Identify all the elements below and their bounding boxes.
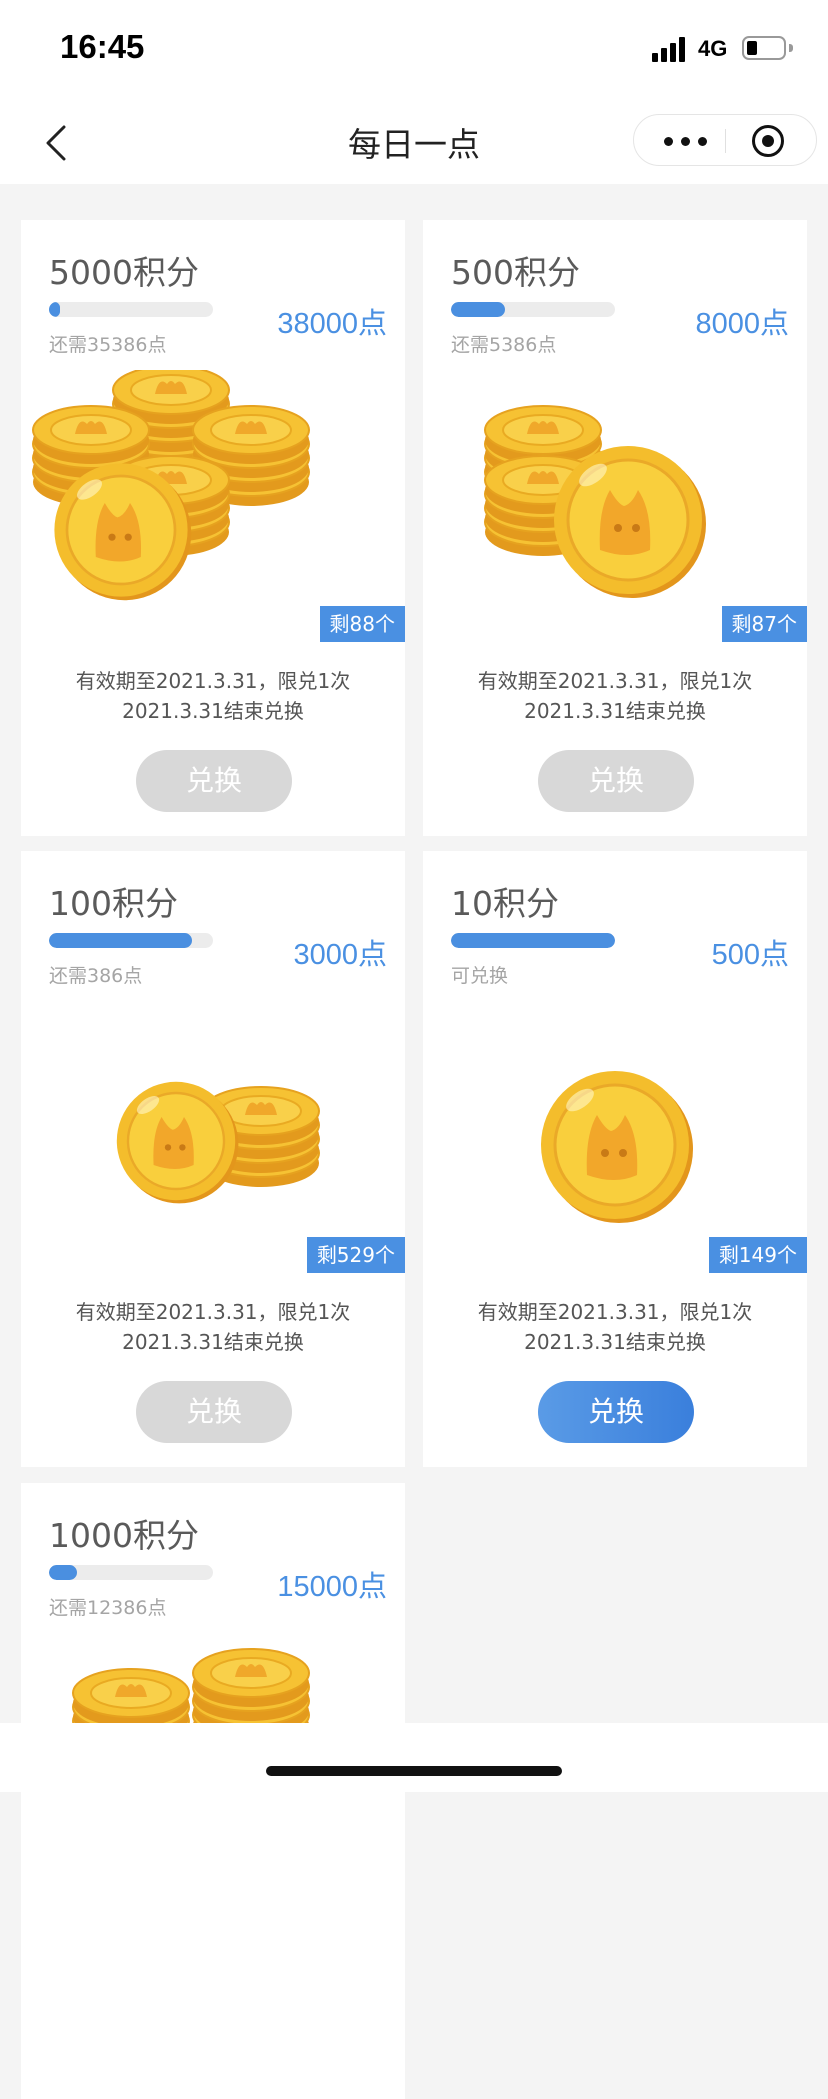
capsule-divider <box>725 129 726 153</box>
end-date-line: 2021.3.31结束兑换 <box>122 1330 304 1354</box>
required-points: 3000点 <box>293 939 387 971</box>
points-needed-text: 还需35386点 <box>49 334 167 356</box>
redeem-button[interactable]: 兑换 <box>538 750 694 812</box>
validity-line: 有效期至2021.3.31，限兑1次 <box>75 669 351 693</box>
required-points: 8000点 <box>695 308 789 340</box>
status-bar: 16:45 4G <box>0 0 828 96</box>
end-date-line: 2021.3.31结束兑换 <box>122 699 304 723</box>
coin-pair-image <box>21 1001 405 1241</box>
coin-face <box>541 1071 693 1223</box>
battery-tip <box>789 44 793 52</box>
coin-pile-image <box>21 370 405 610</box>
coin-stack-image <box>423 370 807 610</box>
single-coin-image <box>423 1001 807 1241</box>
stock-badge: 剩87个 <box>721 606 807 642</box>
required-points: 38000点 <box>277 308 387 340</box>
points-needed-text: 还需5386点 <box>451 334 557 356</box>
redeem-button[interactable]: 兑换 <box>136 750 292 812</box>
validity-text: 有效期至2021.3.31，限兑1次 2021.3.31结束兑换 <box>423 1297 807 1357</box>
home-indicator <box>266 1766 562 1776</box>
redeem-button[interactable]: 兑换 <box>136 1381 292 1443</box>
validity-line: 有效期至2021.3.31，限兑1次 <box>477 669 753 693</box>
points-needed-text: 还需12386点 <box>49 1597 167 1619</box>
bottom-safe-area <box>0 1723 828 1792</box>
validity-line: 有效期至2021.3.31，限兑1次 <box>75 1300 351 1324</box>
coin-face <box>554 446 706 598</box>
redeem-button[interactable]: 兑换 <box>538 1381 694 1443</box>
reward-card-500: 500积分 8000点 还需5386点 剩87个 有效期至2021.3.31，限… <box>423 220 807 836</box>
stock-badge: 剩149个 <box>708 1237 807 1273</box>
validity-text: 有效期至2021.3.31，限兑1次 2021.3.31结束兑换 <box>21 1297 405 1357</box>
battery-icon <box>742 36 786 60</box>
required-points: 15000点 <box>277 1571 387 1603</box>
network-label: 4G <box>698 36 728 61</box>
card-title: 10积分 <box>451 884 559 923</box>
end-date-line: 2021.3.31结束兑换 <box>524 699 706 723</box>
validity-text: 有效期至2021.3.31，限兑1次 2021.3.31结束兑换 <box>423 666 807 726</box>
validity-text: 有效期至2021.3.31，限兑1次 2021.3.31结束兑换 <box>21 666 405 726</box>
reward-card-5000: 5000积分 38000点 还需35386点 剩88个 有效期至2021.3.3… <box>21 220 405 836</box>
more-dots-icon[interactable] <box>662 129 712 153</box>
status-time: 16:45 <box>60 28 145 65</box>
nav-bar: 每日一点 <box>0 96 828 184</box>
target-close-icon[interactable] <box>752 125 784 157</box>
stock-badge: 剩529个 <box>306 1237 405 1273</box>
card-title: 500积分 <box>451 253 580 292</box>
reward-card-100: 100积分 3000点 还需386点 剩529个 有效期至2021.3.31，限… <box>21 851 405 1467</box>
end-date-line: 2021.3.31结束兑换 <box>524 1330 706 1354</box>
card-title: 1000积分 <box>49 1516 199 1555</box>
progress-bar <box>451 933 615 948</box>
points-needed-text: 还需386点 <box>49 965 143 987</box>
progress-bar <box>49 933 213 948</box>
stock-badge: 剩88个 <box>319 606 405 642</box>
progress-bar <box>451 302 615 317</box>
reward-card-10: 10积分 500点 可兑换 剩149个 有效期至2021.3.31，限兑1次 2… <box>423 851 807 1467</box>
validity-line: 有效期至2021.3.31，限兑1次 <box>477 1300 753 1324</box>
required-points: 500点 <box>711 939 789 971</box>
card-title: 100积分 <box>49 884 178 923</box>
progress-bar <box>49 302 213 317</box>
progress-bar <box>49 1565 213 1580</box>
signal-icon <box>652 36 688 62</box>
mini-program-capsule <box>633 114 817 166</box>
card-title: 5000积分 <box>49 253 199 292</box>
redeemable-text: 可兑换 <box>451 965 509 987</box>
